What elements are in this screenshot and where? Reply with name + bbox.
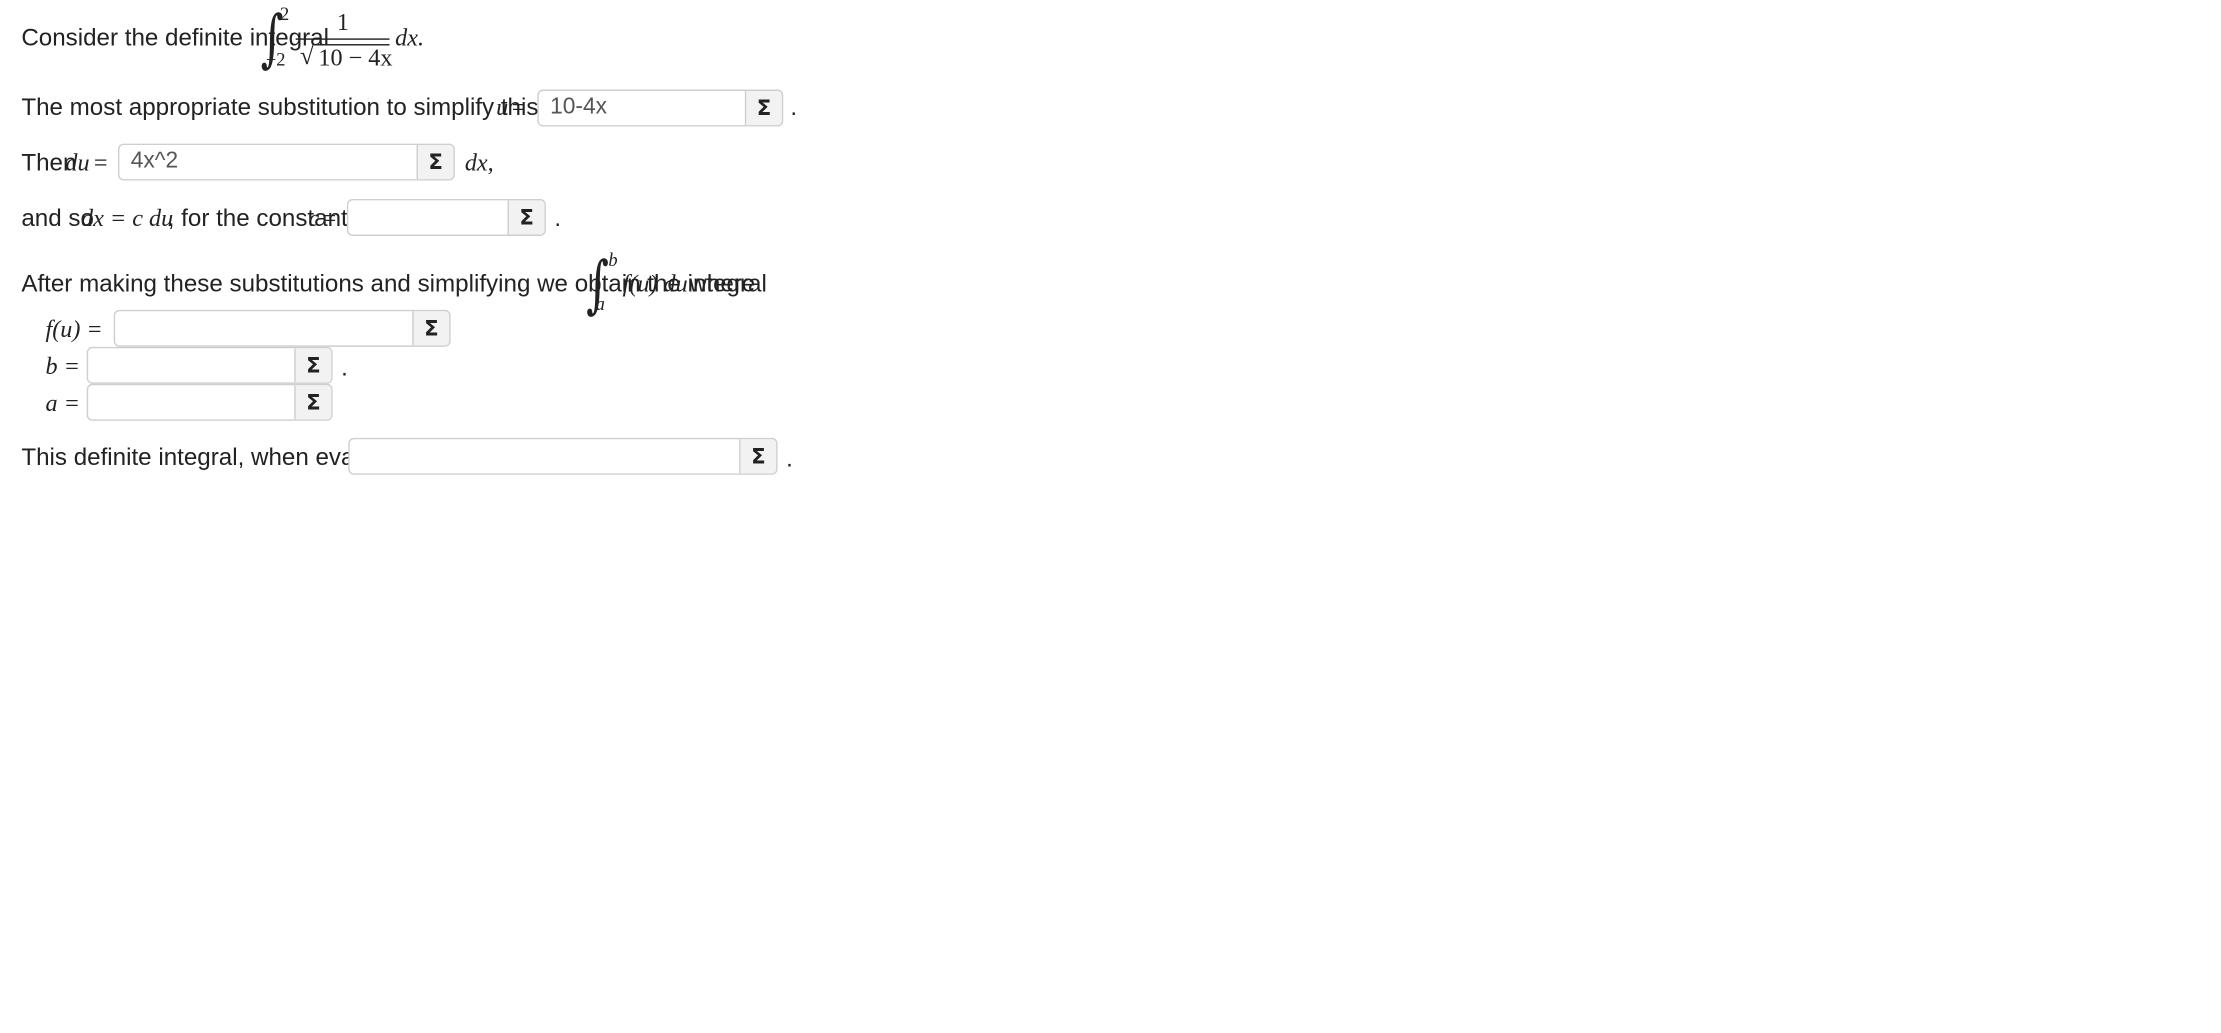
fraction-bar — [295, 38, 390, 40]
sigma-icon[interactable]: Σ — [412, 311, 450, 346]
evaluation-answer-field: Σ — [348, 437, 778, 475]
integrand-expression: f(u) du — [622, 270, 688, 298]
c-equals: = — [322, 204, 337, 232]
evaluation-input[interactable] — [349, 439, 740, 474]
u-input[interactable] — [538, 90, 745, 126]
sigma-icon[interactable]: Σ — [294, 348, 332, 383]
c-label: c — [308, 204, 320, 232]
integral-upper-limit: 2 — [280, 2, 290, 25]
fraction-numerator: 1 — [336, 8, 349, 36]
fu-input[interactable] — [115, 311, 413, 346]
integral-lower-limit: −2 — [265, 48, 286, 70]
b-period: . — [341, 353, 348, 381]
u-answer-field: Σ — [537, 89, 784, 127]
c-input[interactable] — [348, 200, 508, 235]
fu-answer-field: Σ — [113, 309, 451, 347]
u-equals: = — [511, 93, 526, 121]
fu-label: f(u) = — [45, 315, 103, 343]
integral-differential: dx. — [395, 24, 425, 52]
a-answer-field: Σ — [86, 383, 333, 421]
constant-text: , for the constant — [167, 204, 348, 232]
question-page: Consider the definite integral ∫ 2 −2 1 … — [0, 0, 2221, 1033]
a-label: a = — [45, 389, 80, 417]
dx-expression: dx = c du — [81, 204, 174, 232]
b-answer-field: Σ — [86, 346, 333, 384]
sigma-icon[interactable]: Σ — [739, 439, 777, 474]
sigma-icon[interactable]: Σ — [294, 385, 332, 420]
sqrt-icon: √ — [299, 41, 314, 70]
u-label: u — [496, 93, 509, 121]
fraction-denominator: 10 − 4x — [318, 44, 393, 72]
sigma-icon[interactable]: Σ — [744, 90, 782, 126]
du-label: du — [65, 149, 90, 177]
new-lower-limit: a — [595, 292, 605, 315]
evaluation-period: . — [786, 444, 793, 472]
b-input[interactable] — [88, 348, 295, 383]
du-equals: = — [93, 149, 108, 177]
c-answer-field: Σ — [346, 199, 546, 236]
where-text: where — [689, 270, 756, 298]
sigma-icon[interactable]: Σ — [416, 144, 454, 180]
new-upper-limit: b — [608, 248, 618, 271]
du-input[interactable] — [119, 144, 417, 180]
sigma-icon[interactable]: Σ — [507, 200, 545, 235]
c-period: . — [554, 204, 562, 232]
b-label: b = — [45, 352, 80, 380]
a-input[interactable] — [88, 385, 295, 420]
du-suffix: dx, — [464, 149, 494, 177]
u-period: . — [790, 93, 798, 121]
du-answer-field: Σ — [117, 143, 455, 181]
